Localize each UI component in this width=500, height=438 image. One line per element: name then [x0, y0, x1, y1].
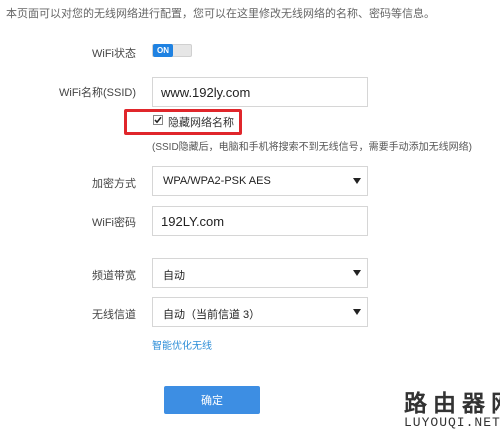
ssid-label: WiFi名称(SSID) [59, 87, 136, 99]
smart-optimize-link[interactable]: 智能优化无线 [152, 337, 212, 352]
wifi-status-toggle[interactable]: ON [152, 44, 192, 57]
dropdown-caret-icon [353, 309, 361, 315]
hide-ssid-checkbox[interactable] [153, 115, 163, 125]
hide-ssid-label: 隐藏网络名称 [168, 117, 234, 129]
dropdown-caret-icon [353, 270, 361, 276]
toggle-state: ON [153, 44, 173, 57]
intro-text: 本页面可以对您的无线网络进行配置，您可以在这里修改无线网络的名称、密码等信息。 [6, 8, 435, 20]
checkmark-icon [154, 116, 162, 124]
dropdown-caret-icon [353, 178, 361, 184]
wifi-status-label: WiFi状态 [92, 48, 136, 60]
watermark-domain: LUYOUQI.NET [404, 415, 500, 430]
channel-label: 无线信道 [92, 309, 136, 321]
channel-value: 自动（当前信道 3） [163, 309, 261, 321]
bandwidth-label: 频道带宽 [92, 270, 136, 282]
bandwidth-value: 自动 [163, 270, 185, 282]
encryption-value: WPA/WPA2-PSK AES [163, 175, 271, 187]
hide-ssid-hint: (SSID隐藏后，电脑和手机将搜索不到无线信号，需要手动添加无线网络) [152, 142, 472, 153]
watermark-text: 路由器网 [404, 390, 500, 416]
channel-select[interactable]: 自动（当前信道 3） [152, 297, 368, 327]
ssid-input[interactable] [152, 77, 368, 107]
password-label: WiFi密码 [92, 217, 136, 229]
confirm-button[interactable]: 确定 [164, 386, 260, 414]
password-input[interactable] [152, 206, 368, 236]
encryption-label: 加密方式 [92, 178, 136, 190]
encryption-select[interactable]: WPA/WPA2-PSK AES [152, 166, 368, 196]
bandwidth-select[interactable]: 自动 [152, 258, 368, 288]
